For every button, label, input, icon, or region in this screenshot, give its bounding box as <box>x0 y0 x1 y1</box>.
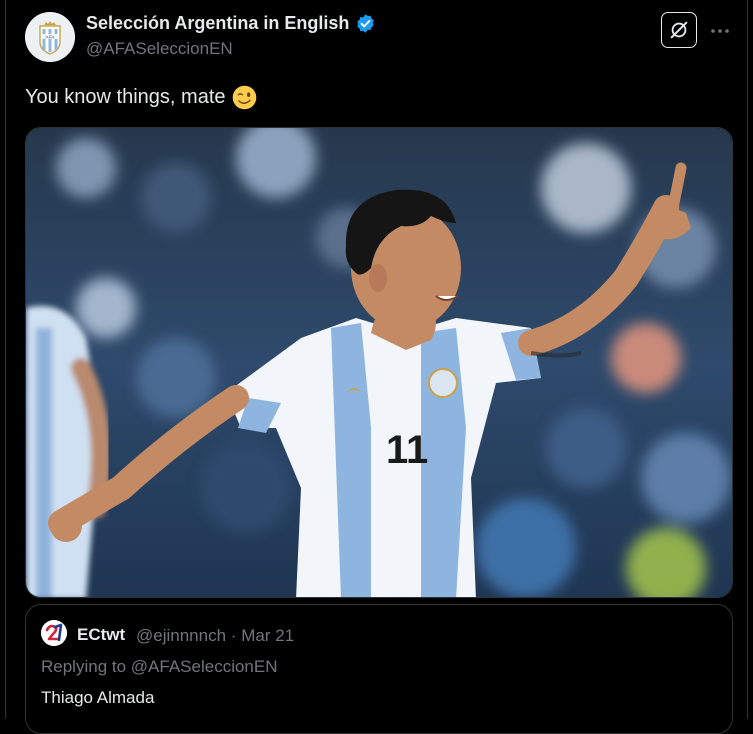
author-avatar[interactable]: AFA <box>25 12 75 62</box>
grok-button[interactable] <box>661 12 697 48</box>
tweet-media-photo[interactable]: 11 <box>25 127 733 598</box>
meta-separator: · <box>230 626 237 645</box>
more-horizontal-icon <box>711 29 729 33</box>
replying-to-line: Replying to @AFASeleccionEN <box>41 657 278 677</box>
replying-to-prefix: Replying to <box>41 657 127 676</box>
winking-face-emoji-icon <box>232 85 256 110</box>
tweet-text: You know things, mate <box>25 85 257 110</box>
tweet-text-content: You know things, mate <box>25 86 226 108</box>
author-handle[interactable]: @AFASeleccionEN <box>86 39 233 59</box>
football-player-photo: 11 <box>26 128 732 597</box>
quoted-author-avatar[interactable] <box>41 620 67 646</box>
quoted-author-handle[interactable]: @ejinnnnch <box>136 626 226 645</box>
quoted-tweet-text: Thiago Almada <box>41 688 155 707</box>
quoted-tweet-date[interactable]: Mar 21 <box>241 626 294 645</box>
verified-badge-icon <box>357 14 375 33</box>
more-options-button[interactable] <box>708 19 732 43</box>
quoted-tweet-meta: @ejinnnnch · Mar 21 <box>136 626 294 646</box>
quoted-tweet-card[interactable]: ECtwt @ejinnnnch · Mar 21 Replying to @A… <box>25 604 733 734</box>
quoted-author-name[interactable]: ECtwt <box>77 625 125 645</box>
timeline-left-border <box>5 0 6 719</box>
grok-icon <box>670 21 688 39</box>
timeline-right-border <box>747 0 748 719</box>
author-display-name[interactable]: Selección Argentina in English <box>86 13 376 34</box>
svg-text:AFA: AFA <box>45 34 55 39</box>
author-name-text[interactable]: Selección Argentina in English <box>86 13 349 34</box>
jersey-number: 11 <box>386 428 428 472</box>
replying-to-handle[interactable]: @AFASeleccionEN <box>131 657 278 676</box>
